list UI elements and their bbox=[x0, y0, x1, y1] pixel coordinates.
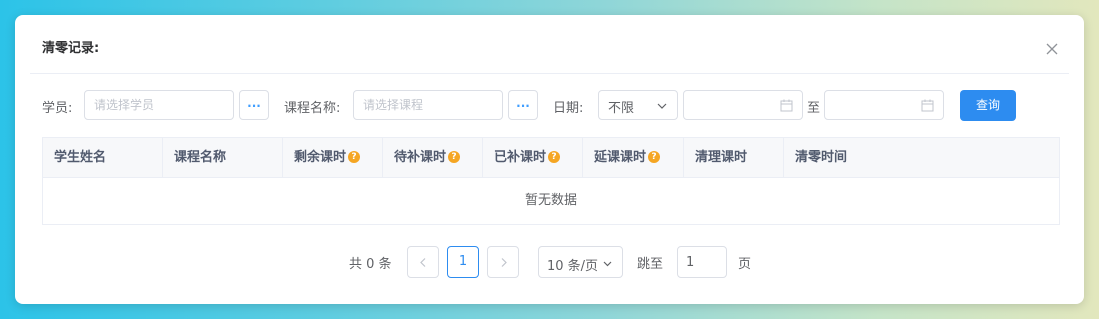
column-header[interactable]: 清零时间 bbox=[784, 138, 1059, 177]
jump-page-field[interactable] bbox=[677, 246, 727, 278]
help-icon[interactable]: ? bbox=[448, 150, 461, 163]
course-select-field[interactable] bbox=[353, 90, 503, 120]
column-header[interactable]: 清理课时 bbox=[684, 138, 784, 177]
close-icon[interactable] bbox=[1044, 41, 1060, 57]
chevron-down-icon bbox=[603, 261, 612, 267]
chevron-down-icon bbox=[657, 103, 667, 109]
next-page-button[interactable] bbox=[487, 246, 519, 278]
query-button[interactable]: 查询 bbox=[960, 90, 1016, 121]
student-input[interactable] bbox=[85, 91, 233, 119]
student-picker-button[interactable]: ... bbox=[239, 90, 269, 120]
title-divider bbox=[30, 73, 1069, 74]
chevron-right-icon bbox=[501, 258, 507, 267]
course-picker-button[interactable]: ... bbox=[508, 90, 538, 120]
page-number-button[interactable]: 1 bbox=[447, 246, 479, 278]
column-header[interactable]: 剩余课时? bbox=[283, 138, 383, 177]
date-mode-value: 不限 bbox=[608, 101, 635, 116]
student-label: 学员: bbox=[42, 101, 73, 116]
student-select-field[interactable] bbox=[84, 90, 234, 120]
help-icon[interactable]: ? bbox=[648, 150, 661, 163]
calendar-icon bbox=[921, 99, 934, 112]
date-range-separator: 至 bbox=[807, 101, 821, 116]
jump-page-input[interactable] bbox=[678, 247, 726, 277]
total-count: 共 0 条 bbox=[349, 257, 392, 272]
column-header[interactable]: 课程名称 bbox=[163, 138, 283, 177]
column-header[interactable]: 延课课时? bbox=[583, 138, 684, 177]
records-table: 学生姓名 课程名称 剩余课时? 待补课时? 已补课时? 延课课时? 清理课时 清… bbox=[42, 137, 1060, 225]
dialog-title: 清零记录: bbox=[42, 41, 100, 56]
date-mode-select[interactable]: 不限 bbox=[598, 90, 678, 120]
column-header[interactable]: 已补课时? bbox=[483, 138, 583, 177]
page-size-select[interactable]: 10 条/页 bbox=[538, 246, 623, 278]
chevron-left-icon bbox=[420, 258, 426, 267]
column-header[interactable]: 待补课时? bbox=[383, 138, 483, 177]
page-size-value: 10 条/页 bbox=[547, 259, 599, 274]
start-date-input[interactable] bbox=[683, 90, 803, 120]
date-label: 日期: bbox=[553, 101, 584, 116]
column-header[interactable]: 学生姓名 bbox=[43, 138, 163, 177]
prev-page-button[interactable] bbox=[407, 246, 439, 278]
course-label: 课程名称: bbox=[284, 101, 341, 116]
page-suffix-label: 页 bbox=[738, 257, 752, 272]
jump-label: 跳至 bbox=[637, 257, 664, 272]
table-header: 学生姓名 课程名称 剩余课时? 待补课时? 已补课时? 延课课时? 清理课时 清… bbox=[43, 138, 1059, 178]
course-input[interactable] bbox=[354, 91, 502, 119]
help-icon[interactable]: ? bbox=[348, 150, 361, 163]
empty-state-text: 暂无数据 bbox=[524, 193, 577, 208]
clear-record-dialog: 清零记录: 学员: ... 课程名称: ... 日期: 不限 至 bbox=[15, 15, 1084, 304]
end-date-input[interactable] bbox=[824, 90, 944, 120]
help-icon[interactable]: ? bbox=[548, 150, 561, 163]
calendar-icon bbox=[780, 99, 793, 112]
